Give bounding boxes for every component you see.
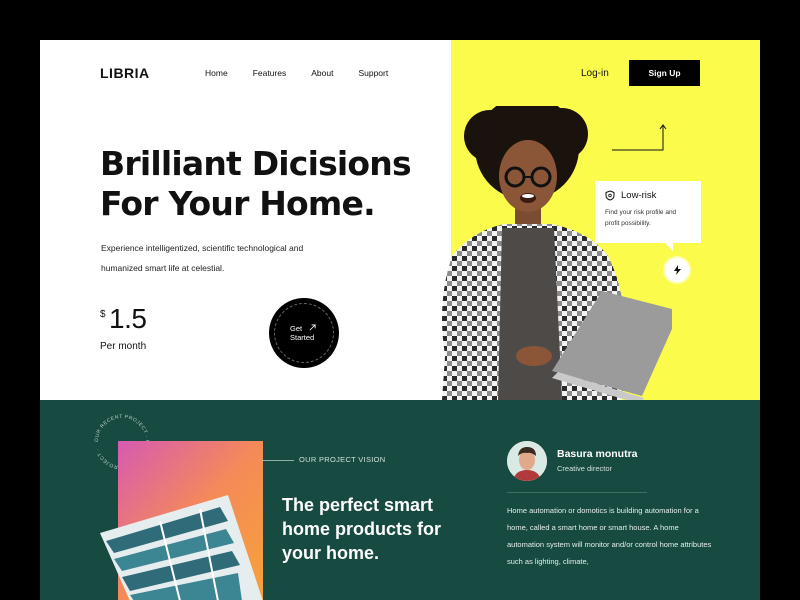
hero-headline: Brilliant Dicisions For Your Home. — [100, 144, 412, 224]
signup-button[interactable]: Sign Up — [629, 60, 700, 86]
author-role: Creative director — [557, 464, 613, 473]
low-risk-title: Low-risk — [605, 190, 691, 201]
trend-arrow-icon — [612, 124, 667, 151]
landing-page: LIBRIA Home Features About Support Log-i… — [40, 40, 760, 600]
price-value: 1.5 — [109, 303, 147, 334]
hero-section: LIBRIA Home Features About Support Log-i… — [40, 40, 760, 400]
lightning-badge[interactable] — [665, 258, 689, 282]
nav-support[interactable]: Support — [358, 68, 388, 78]
brand-logo[interactable]: LIBRIA — [100, 65, 150, 81]
author-avatar-image — [507, 441, 547, 481]
headline-line-2: For Your Home. — [100, 184, 376, 223]
low-risk-text: Find your risk profile and profit possib… — [605, 209, 677, 227]
low-risk-card: Low-risk Find your risk profile and prof… — [595, 181, 701, 251]
price-currency: $ — [100, 309, 106, 320]
nav-home[interactable]: Home — [205, 68, 228, 78]
low-risk-title-text: Low-risk — [621, 190, 657, 201]
price-period: Per month — [100, 341, 147, 352]
nav-features[interactable]: Features — [253, 68, 287, 78]
nav-about[interactable]: About — [311, 68, 333, 78]
author-name: Basura monutra — [557, 448, 638, 460]
author-divider — [507, 492, 647, 493]
lightning-icon — [673, 265, 681, 275]
arrow-up-right-icon — [309, 324, 316, 331]
headline-line-1: Brilliant Dicisions — [100, 144, 412, 183]
avatar[interactable] — [507, 441, 547, 481]
project-building-image — [100, 441, 263, 600]
hero-subcopy: Experience intelligentized, scientific t… — [101, 243, 304, 273]
vision-headline: The perfect smart home products for your… — [282, 495, 442, 563]
get-started-button[interactable]: Get Started — [269, 298, 339, 368]
cta-label: Get Started — [290, 324, 318, 342]
project-vision-section: OUR RECENT PROJECT · OUR RECENT PROJECT … — [40, 400, 760, 600]
vision-divider — [262, 460, 294, 461]
main-nav: Home Features About Support — [205, 68, 413, 78]
shield-icon — [605, 190, 615, 201]
login-link[interactable]: Log-in — [581, 68, 609, 79]
vision-label: OUR PROJECT VISION — [299, 455, 386, 464]
author-bio: Home automation or domotics is building … — [507, 506, 712, 566]
